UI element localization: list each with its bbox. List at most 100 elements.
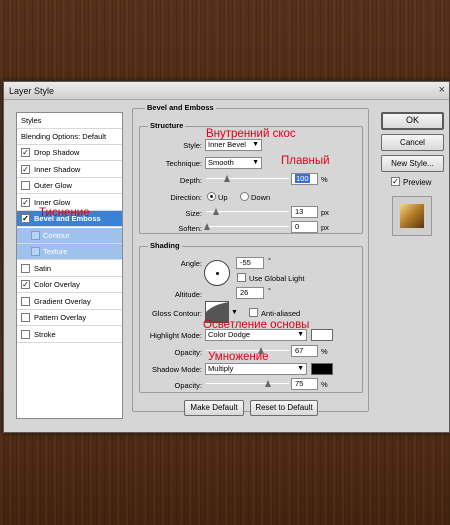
chevron-down-icon: ▼ (252, 141, 259, 148)
style-item-label: Outer Glow (34, 181, 72, 190)
style-item-drop-shadow[interactable]: ✓ Drop Shadow (17, 145, 122, 161)
style-item-texture[interactable]: Texture (17, 244, 122, 260)
global-light-label: Use Global Light (249, 274, 305, 283)
shadow-opacity-slider[interactable] (206, 379, 289, 389)
shading-title: Shading (148, 241, 182, 250)
style-item-label: Inner Shadow (34, 164, 81, 174)
style-item-pattern-overlay[interactable]: Pattern Overlay (17, 310, 122, 326)
soften-unit: px (321, 223, 329, 232)
annotation-multiply: Умножение (208, 351, 269, 363)
soften-slider-thumb[interactable] (204, 223, 210, 230)
bevel-emboss-title: Bevel and Emboss (145, 103, 216, 112)
preview-label: Preview (403, 178, 432, 187)
style-item-label: Texture (43, 247, 68, 256)
direction-label: Direction: (170, 193, 202, 202)
angle-dial-center (216, 272, 219, 275)
style-select[interactable]: Inner Bevel ▼ (205, 139, 262, 151)
make-default-button[interactable]: Make Default (184, 400, 244, 416)
style-item-label: Drop Shadow (34, 148, 80, 157)
style-item-checkbox[interactable] (21, 313, 30, 322)
size-unit: px (321, 208, 329, 217)
gloss-contour-chevron-icon[interactable]: ▼ (231, 309, 238, 316)
highlight-mode-value: Color Dodge (208, 330, 251, 339)
style-item-checkbox[interactable] (21, 329, 30, 339)
style-item-checkbox[interactable] (21, 181, 30, 190)
technique-select-value: Smooth (208, 158, 234, 167)
style-item-color-overlay[interactable]: ✓ Color Overlay (17, 277, 122, 293)
annotation-inner-bevel: Внутренний скос (206, 128, 296, 140)
depth-slider-thumb[interactable] (224, 175, 230, 182)
size-slider-thumb[interactable] (213, 208, 219, 215)
size-label: Size: (185, 209, 202, 218)
altitude-unit: ° (268, 286, 271, 295)
style-item-checkbox[interactable]: ✓ (21, 280, 30, 289)
styles-header[interactable]: Styles (17, 113, 122, 129)
style-item-satin[interactable]: Satin (17, 261, 122, 277)
style-item-checkbox[interactable] (21, 263, 30, 273)
title-bar[interactable]: Layer Style × (4, 82, 449, 100)
angle-input[interactable]: -55 (236, 257, 264, 269)
soften-label: Soften: (178, 224, 202, 233)
style-item-label: Pattern Overlay (34, 313, 87, 322)
new-style-button[interactable]: New Style... (381, 155, 444, 172)
angle-dial[interactable] (204, 260, 230, 286)
anti-aliased-checkbox[interactable] (249, 308, 258, 317)
style-label: Style: (183, 141, 202, 150)
size-input[interactable]: 13 (291, 206, 318, 218)
style-item-checkbox[interactable]: ✓ (21, 197, 30, 207)
preview-checkbox[interactable]: ✓ (391, 177, 400, 186)
style-item-contour[interactable]: Contour (17, 227, 122, 244)
depth-value: 100 (295, 174, 310, 183)
chevron-down-icon: ▼ (252, 159, 259, 166)
reset-default-button[interactable]: Reset to Default (250, 400, 318, 416)
layer-style-dialog: Layer Style × Styles Blending Options: D… (3, 81, 450, 433)
ok-button[interactable]: OK (381, 112, 444, 130)
window-title: Layer Style (9, 86, 55, 96)
style-item-checkbox[interactable] (31, 247, 40, 256)
direction-up-label: Up (218, 193, 228, 202)
style-item-label: Stroke (34, 329, 56, 339)
style-item-gradient-overlay[interactable]: Gradient Overlay (17, 294, 122, 310)
angle-label: Angle: (180, 259, 202, 268)
direction-down-radio[interactable] (240, 192, 249, 201)
styles-header-label: Styles (21, 116, 42, 125)
shadow-color-swatch[interactable] (311, 363, 333, 375)
direction-up-radio[interactable] (207, 192, 216, 201)
highlight-opacity-input[interactable]: 67 (291, 345, 318, 357)
depth-slider[interactable] (206, 174, 289, 184)
style-item-outer-glow[interactable]: Outer Glow (17, 178, 122, 194)
size-slider[interactable] (206, 207, 289, 217)
structure-title: Structure (148, 121, 186, 130)
highlight-opacity-label: Opacity: (174, 348, 202, 357)
soften-input[interactable]: 0 (291, 221, 318, 233)
style-item-stroke[interactable]: Stroke (17, 327, 122, 343)
shadow-mode-select[interactable]: Multiply ▼ (205, 363, 307, 375)
blending-options-item[interactable]: Blending Options: Default (17, 129, 122, 145)
shadow-opacity-thumb[interactable] (265, 380, 271, 387)
shadow-opacity-label: Opacity: (174, 381, 202, 390)
styles-list: Styles Blending Options: Default ✓ Drop S… (16, 112, 123, 419)
shadow-opacity-unit: % (321, 380, 328, 389)
close-icon[interactable]: × (439, 84, 445, 96)
anti-aliased-label: Anti-aliased (261, 309, 301, 318)
shadow-opacity-input[interactable]: 75 (291, 378, 318, 390)
style-item-checkbox[interactable] (21, 296, 30, 306)
style-item-checkbox[interactable] (31, 230, 40, 240)
global-light-checkbox[interactable] (237, 273, 246, 282)
technique-label: Technique: (165, 159, 202, 168)
style-item-checkbox[interactable]: ✓ (21, 214, 30, 223)
style-item-inner-shadow[interactable]: ✓ Inner Shadow (17, 162, 122, 178)
highlight-opacity-unit: % (321, 347, 328, 356)
style-item-checkbox[interactable]: ✓ (21, 164, 30, 174)
depth-input[interactable]: 100 (291, 173, 318, 185)
highlight-color-swatch[interactable] (311, 329, 333, 341)
technique-select[interactable]: Smooth ▼ (205, 157, 262, 169)
angle-unit: ° (268, 256, 271, 265)
cancel-button[interactable]: Cancel (381, 134, 444, 151)
style-item-checkbox[interactable]: ✓ (21, 148, 30, 157)
style-item-label: Contour (43, 230, 70, 240)
chevron-down-icon: ▼ (297, 365, 304, 372)
soften-slider[interactable] (204, 222, 289, 232)
shadow-mode-value: Multiply (208, 364, 234, 373)
altitude-input[interactable]: 26 (236, 287, 264, 299)
